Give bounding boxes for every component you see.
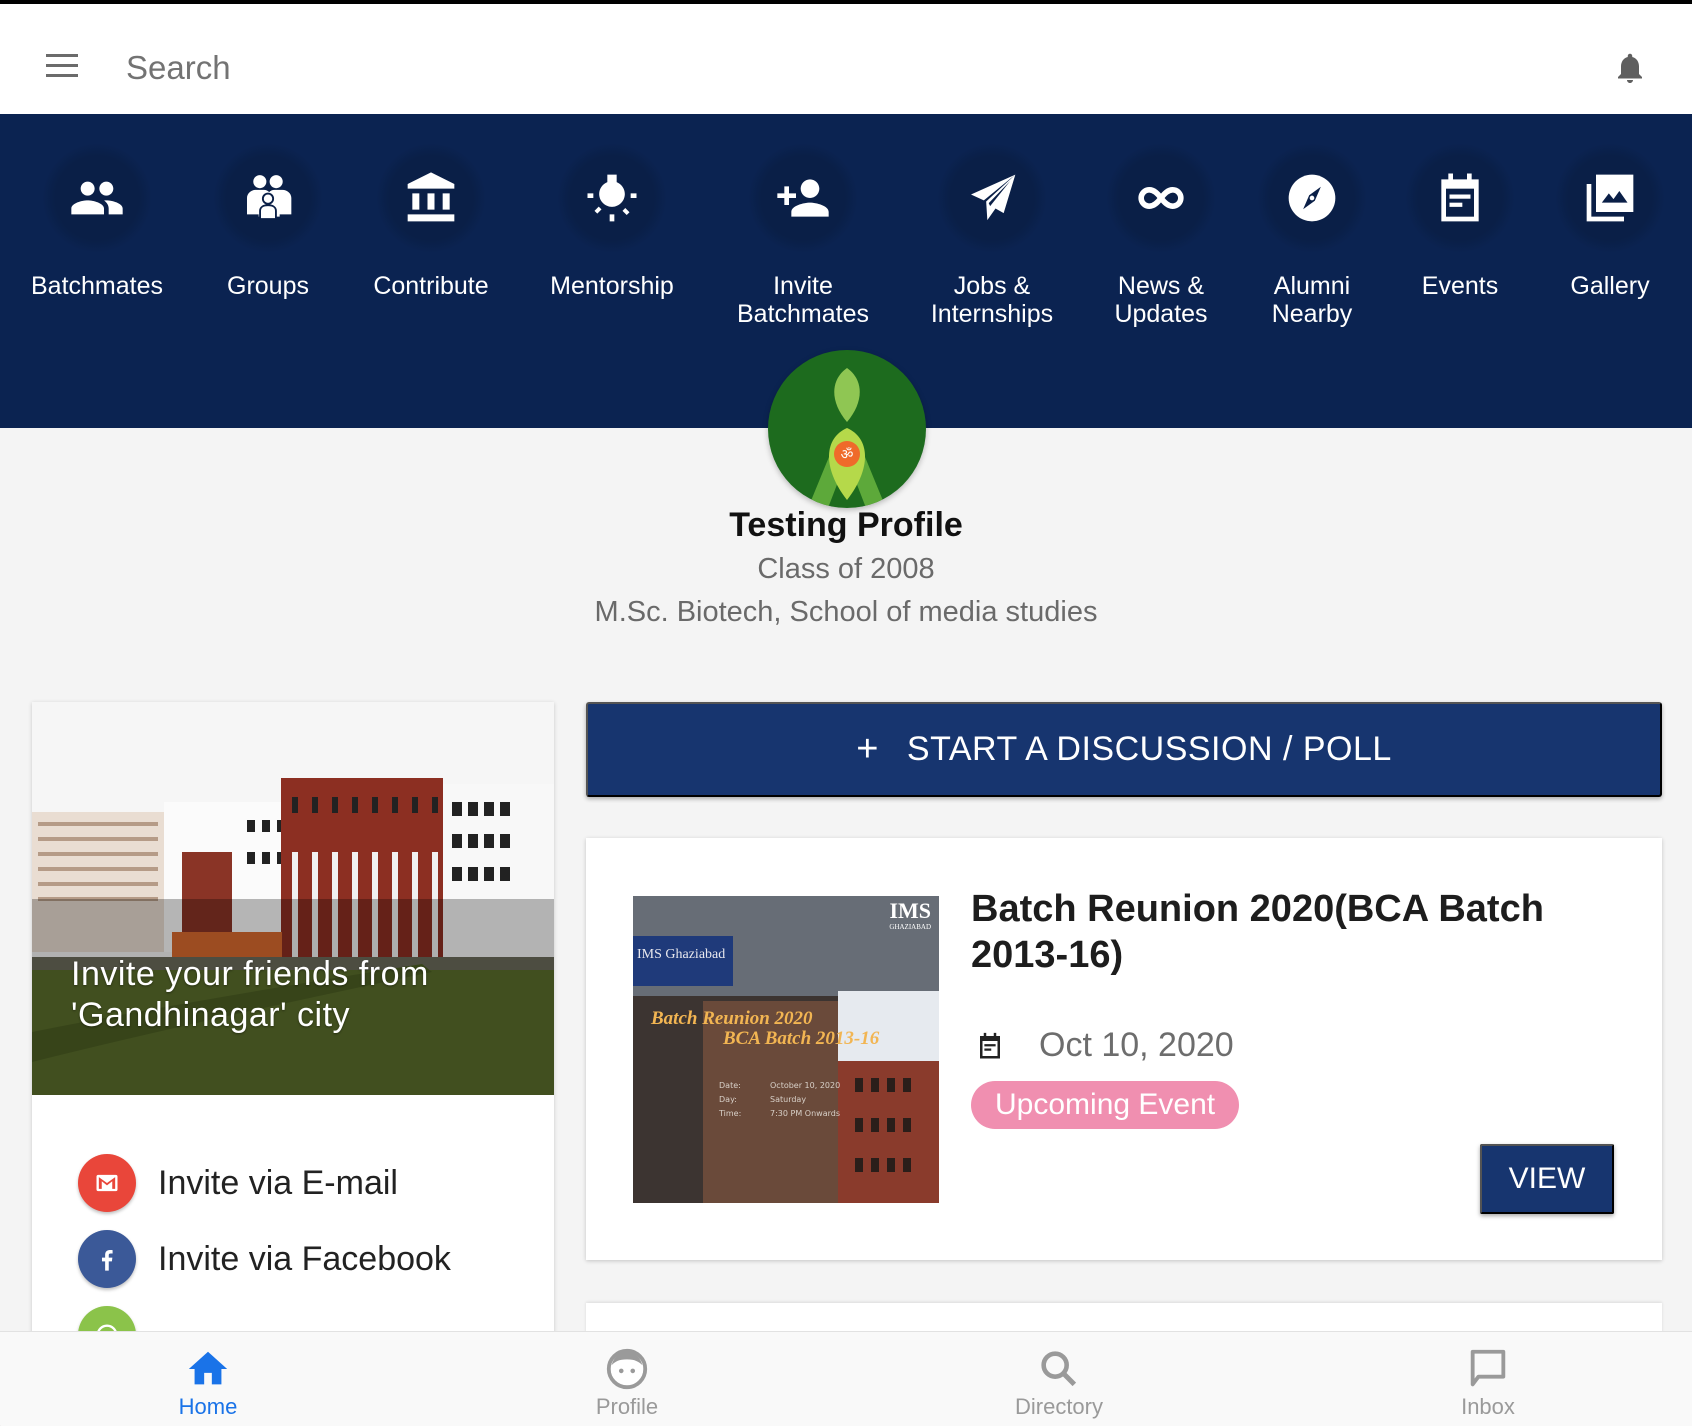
nav-item-batchmates[interactable]: Batchmates (12, 144, 182, 300)
plus-icon: + (856, 728, 879, 770)
tab-profile-label: Profile (595, 1394, 659, 1419)
nav-item-events[interactable]: Events (1375, 144, 1545, 300)
poster-day-label: Day: (719, 1095, 737, 1104)
event-card: IMS GHAZIABAD IMS Ghaziabad Batch Reunio… (586, 838, 1662, 1260)
poster-date-value: October 10, 2020 (770, 1081, 840, 1090)
discussion-button-label: START A DISCUSSION / POLL (906, 730, 1392, 768)
calendar-icon (1441, 173, 1479, 222)
nav-label: Groups (227, 272, 309, 300)
lightbulb-icon (587, 174, 637, 222)
compass-icon (1288, 174, 1336, 222)
nav-label: Batchmates (30, 272, 163, 300)
event-date: Oct 10, 2020 (1039, 1026, 1234, 1064)
tab-profile[interactable]: Profile (547, 1346, 707, 1420)
bottom-navigation: Home Profile Directory Inbox (0, 1331, 1692, 1426)
search-input[interactable] (126, 42, 1426, 94)
event-date-row: Oct 10, 2020 (975, 1026, 1234, 1065)
view-event-button[interactable]: VIEW (1480, 1144, 1614, 1214)
family-group-icon (247, 175, 292, 220)
search-icon (1041, 1351, 1077, 1387)
tab-directory-label: Directory (1014, 1394, 1103, 1419)
nav-item-jobs-internships[interactable]: Jobs & Internships (907, 144, 1077, 328)
poster-time-value: 7:30 PM Onwards (770, 1109, 840, 1118)
nav-label: News & Updates (1114, 272, 1208, 328)
screen-corner (0, 1371, 112, 1426)
event-poster-image[interactable]: IMS GHAZIABAD IMS Ghaziabad Batch Reunio… (633, 896, 939, 1203)
infinity-icon (1138, 187, 1184, 209)
event-status-badge: Upcoming Event (971, 1081, 1240, 1129)
invite-email-label: Invite via E-mail (158, 1163, 398, 1202)
nav-label: Invite Batchmates (736, 272, 869, 328)
nav-label: Jobs & Internships (930, 272, 1054, 328)
nav-label: Contribute (373, 272, 489, 300)
invite-via-facebook[interactable]: Invite via Facebook (78, 1228, 451, 1290)
poster-logo-sub: GHAZIABAD (889, 923, 931, 931)
gmail-icon (78, 1154, 136, 1212)
paper-plane-icon (971, 174, 1016, 221)
tab-directory[interactable]: Directory (979, 1346, 1139, 1420)
event-title[interactable]: Batch Reunion 2020(BCA Batch 2013-16) (971, 886, 1611, 978)
invite-facebook-label: Invite via Facebook (158, 1239, 451, 1278)
profile-name: Testing Profile (729, 506, 963, 544)
poster-time-label: Time: (718, 1109, 741, 1118)
tab-home-label: Home (178, 1394, 238, 1419)
poster-heading-1: Batch Reunion 2020 (650, 1008, 813, 1029)
campus-banner-image: Invite your friends from 'Gandhinagar' c… (32, 702, 554, 1095)
facebook-icon (78, 1230, 136, 1288)
nav-item-gallery[interactable]: Gallery (1525, 144, 1692, 300)
nav-item-contribute[interactable]: Contribute (346, 144, 516, 300)
home-icon (188, 1351, 228, 1385)
bell-icon[interactable] (1612, 48, 1648, 88)
nav-item-alumni-nearby[interactable]: Alumni Nearby (1227, 144, 1397, 328)
nav-label: Alumni Nearby (1271, 272, 1353, 328)
app-bar (0, 4, 1692, 114)
nav-label: Events (1421, 272, 1499, 300)
profile-avatar[interactable]: ॐ (768, 350, 926, 508)
photo-library-icon (1586, 174, 1634, 222)
tab-home[interactable]: Home (128, 1346, 288, 1420)
profile-department: M.Sc. Biotech, School of media studies (594, 596, 1098, 628)
svg-text:ॐ: ॐ (841, 447, 854, 463)
people-icon (71, 181, 123, 215)
tab-inbox[interactable]: Inbox (1408, 1346, 1568, 1420)
invite-banner-text: Invite your friends from 'Gandhinagar' c… (71, 955, 429, 1034)
nav-item-invite-batchmates[interactable]: Invite Batchmates (718, 144, 888, 328)
start-discussion-poll-button[interactable]: + START A DISCUSSION / POLL (586, 702, 1662, 797)
invite-via-email[interactable]: Invite via E-mail (78, 1152, 398, 1214)
tab-inbox-label: Inbox (1461, 1394, 1515, 1419)
calendar-icon (980, 1032, 1000, 1058)
nav-label: Mentorship (550, 272, 674, 300)
nav-item-news-updates[interactable]: News & Updates (1076, 144, 1246, 328)
nav-label: Gallery (1570, 272, 1650, 300)
hamburger-menu-icon[interactable] (46, 54, 80, 80)
profile-class-of: Class of 2008 (757, 553, 935, 585)
bank-icon (407, 172, 455, 222)
poster-heading-2: BCA Batch 2013-16 (722, 1028, 880, 1049)
poster-day-value: Saturday (770, 1095, 806, 1104)
invite-friends-card: Invite your friends from 'Gandhinagar' c… (32, 702, 554, 1342)
poster-date-label: Date: (719, 1081, 741, 1090)
poster-sign: IMS Ghaziabad (637, 947, 725, 962)
nav-item-groups[interactable]: Groups (183, 144, 353, 300)
nav-item-mentorship[interactable]: Mentorship (527, 144, 697, 300)
chat-bubble-icon (1470, 1349, 1506, 1387)
face-icon (606, 1348, 648, 1390)
poster-logo: IMS (889, 898, 931, 923)
person-add-icon (777, 179, 829, 217)
